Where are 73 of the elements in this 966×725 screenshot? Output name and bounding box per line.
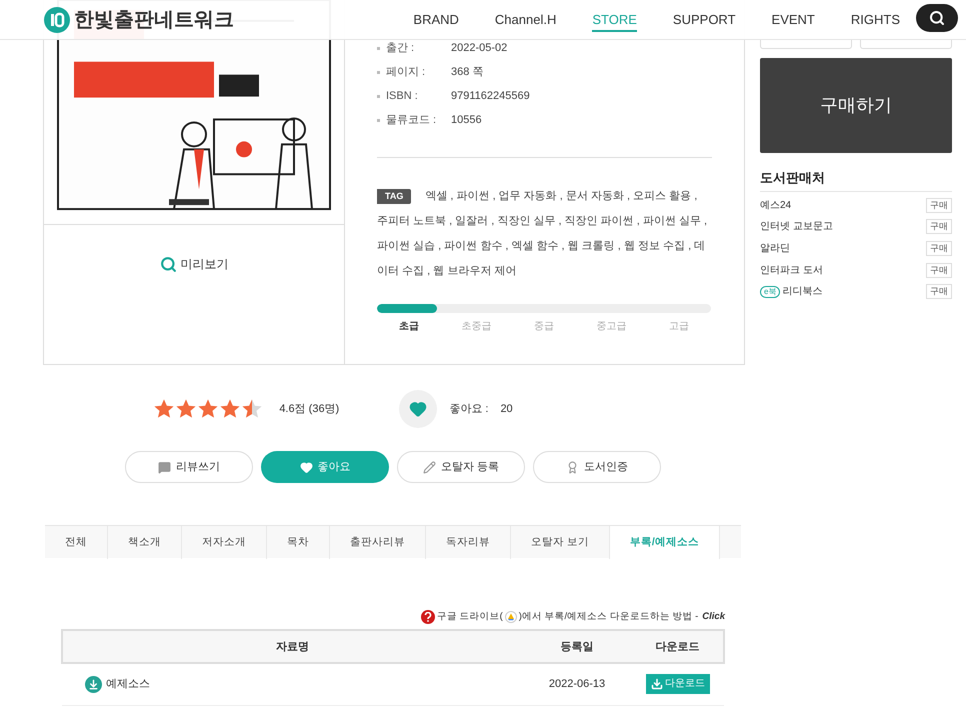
column-header: 다운로드 bbox=[632, 630, 724, 664]
likes-label: 좋아요 : bbox=[449, 402, 488, 417]
buy-button[interactable]: 구매 bbox=[926, 262, 952, 278]
seller-name: 리디북스 bbox=[782, 285, 822, 300]
tab[interactable]: 저자소개 bbox=[182, 526, 267, 559]
report-errata-button[interactable]: 오탈자 등록 bbox=[397, 451, 525, 483]
file-name: 예제소스 bbox=[106, 677, 150, 692]
tag-badge: TAG bbox=[377, 188, 412, 204]
info-value: 368 쪽 bbox=[451, 64, 484, 80]
column-header: 등록일 bbox=[522, 630, 632, 664]
difficulty-label: 초중급 bbox=[460, 320, 492, 334]
star-icon bbox=[197, 398, 220, 420]
tab[interactable]: 전체 bbox=[45, 526, 108, 559]
buy-button[interactable]: 구매 bbox=[926, 198, 952, 213]
seller-name: 인터파크 도서 bbox=[760, 264, 823, 278]
heart-icon bbox=[409, 400, 428, 418]
seller-name: 인터넷 교보문고 bbox=[760, 220, 833, 234]
tab[interactable]: 책소개 bbox=[108, 526, 182, 559]
star-icon bbox=[153, 398, 176, 420]
download-icon bbox=[651, 678, 663, 690]
search-icon bbox=[160, 256, 176, 272]
click-link[interactable]: Click bbox=[702, 610, 725, 624]
tag-list: TAG 엑셀 , 파이썬 , 업무 자동화 , 문서 자동화 , 오피스 활용 , 주피터 노트북 , 일잘러 , 직장인 실무 , 직장인 파이썬 , 파이썬 실무 , 파이썬 실습 , 파이썬 함수 , 엑셀 함수 , 웹 크롤링 , 웹 정보 수집 , 데이터 수집 , 웹 브라우저 제어 bbox=[377, 184, 707, 284]
nav-link[interactable]: BRAND bbox=[395, 0, 477, 40]
heart-icon bbox=[300, 460, 312, 474]
logo-icon bbox=[44, 6, 70, 32]
buy-button[interactable]: 구매 bbox=[926, 240, 952, 256]
tab[interactable]: 목차 bbox=[267, 526, 330, 559]
tab[interactable]: 출판사리뷰 bbox=[330, 526, 426, 559]
info-value: 9791162245569 bbox=[451, 88, 530, 104]
info-label: ISBN : bbox=[386, 88, 419, 104]
info-label: 물류코드 : bbox=[386, 112, 438, 128]
book-certification-button[interactable]: 도서인증 bbox=[533, 451, 661, 483]
help-text: )에서 부록/예제소스 다운로드하는 방법 - bbox=[518, 610, 698, 624]
info-value: 10556 bbox=[451, 112, 482, 128]
preview-link[interactable]: 미리보기 bbox=[160, 255, 228, 273]
like-circle-button[interactable] bbox=[399, 390, 438, 428]
pencil-icon bbox=[422, 460, 436, 474]
search-button[interactable] bbox=[916, 4, 958, 32]
table-cell: 2022-06-13 bbox=[522, 663, 632, 706]
difficulty-label: 고급 bbox=[668, 320, 690, 334]
star-icon bbox=[241, 398, 264, 420]
nav-link[interactable]: SUPPORT bbox=[654, 0, 754, 40]
info-value: 2022-05-02 bbox=[451, 40, 508, 56]
brand-logo-text[interactable]: 한빛출판네트워크 bbox=[74, 4, 234, 34]
buy-button[interactable]: 구매 bbox=[926, 284, 952, 300]
nav-link[interactable]: RIGHTS bbox=[832, 0, 918, 40]
help-icon bbox=[420, 610, 435, 624]
drive-icon bbox=[504, 611, 517, 624]
nav-link[interactable]: Channel.H bbox=[476, 0, 574, 40]
difficulty-label: 초급 bbox=[398, 320, 420, 334]
seller-name: 예스24 bbox=[760, 198, 792, 213]
buy-button[interactable]: 구매 bbox=[926, 219, 952, 234]
medal-icon bbox=[566, 460, 579, 474]
star-icon bbox=[175, 398, 198, 420]
info-label: 페이지 : bbox=[386, 64, 426, 80]
seller-name: 알라딘 bbox=[760, 242, 790, 256]
speech-bubble-icon bbox=[158, 460, 171, 474]
write-review-button[interactable]: 리뷰쓰기 bbox=[125, 451, 253, 483]
tab[interactable]: 독자리뷰 bbox=[426, 526, 511, 559]
ebook-badge: e북 bbox=[760, 286, 780, 298]
star-icon bbox=[219, 398, 242, 420]
info-label: 출간 : bbox=[386, 40, 416, 56]
likes-count: 20 bbox=[500, 402, 513, 417]
purchase-button[interactable]: 구매하기 bbox=[760, 58, 952, 153]
search-icon bbox=[929, 10, 945, 26]
rating-text: 4.6점 (36명) bbox=[279, 402, 340, 417]
help-text: 구글 드라이브( bbox=[436, 610, 503, 624]
column-header: 자료명 bbox=[62, 630, 522, 664]
difficulty-label: 중고급 bbox=[596, 320, 628, 334]
sellers-title: 도서판매처 bbox=[760, 168, 952, 192]
difficulty-label: 중급 bbox=[533, 320, 555, 334]
nav-link[interactable]: EVENT bbox=[754, 0, 833, 40]
